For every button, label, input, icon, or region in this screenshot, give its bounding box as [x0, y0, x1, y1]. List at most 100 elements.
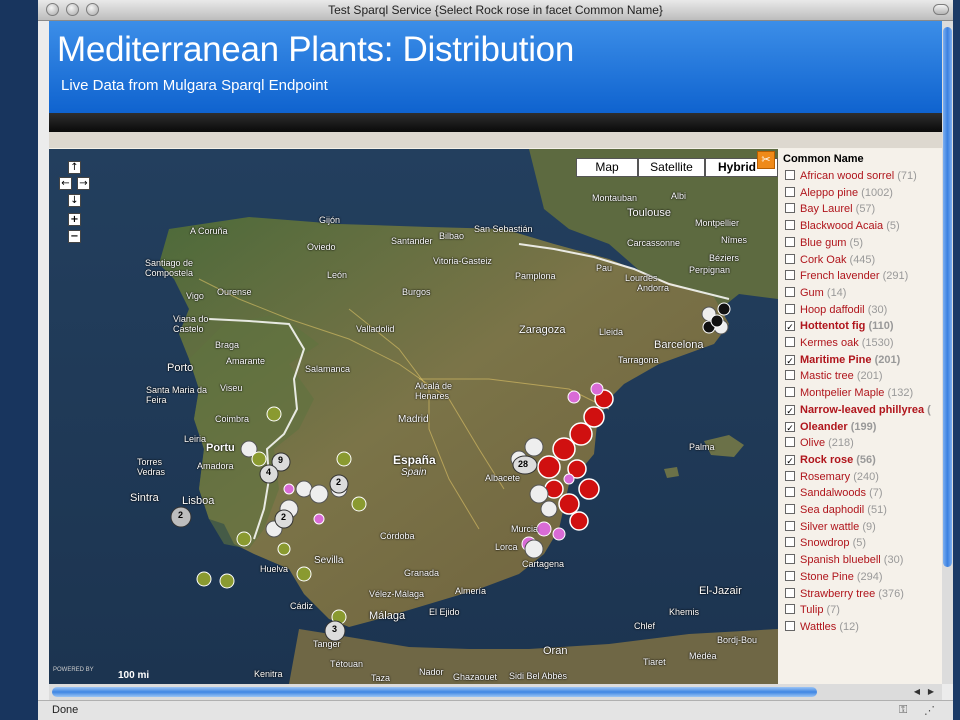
facet-item[interactable]: Silver wattle (9): [785, 520, 876, 537]
facet-checkbox[interactable]: [785, 270, 795, 281]
facet-item-label[interactable]: African wood sorrel: [800, 170, 894, 182]
facet-checkbox[interactable]: [785, 186, 795, 197]
facet-checkbox[interactable]: [785, 620, 795, 631]
facet-item-label[interactable]: Spanish bluebell: [800, 554, 881, 566]
facet-checkbox[interactable]: [785, 437, 795, 448]
map-type-map-button[interactable]: Map: [576, 158, 638, 177]
scroll-left-arrow[interactable]: ◀: [911, 686, 923, 698]
facet-checkbox[interactable]: ✓: [785, 404, 795, 416]
cluster-count[interactable]: 4: [266, 467, 271, 477]
facet-checkbox[interactable]: [785, 487, 795, 498]
facet-collapse-icon[interactable]: ✂: [757, 151, 775, 169]
map-view[interactable]: 9 4 2 2 28 2 3 A Coruña Gijón Oviedo San…: [49, 149, 778, 684]
facet-item-label[interactable]: Oleander: [800, 421, 848, 433]
facet-item-label[interactable]: Sandalwoods: [800, 487, 866, 499]
facet-checkbox[interactable]: [785, 286, 795, 297]
facet-item-label[interactable]: Olive: [800, 437, 825, 449]
facet-item-label[interactable]: Snowdrop: [800, 537, 850, 549]
facet-item-label[interactable]: Gum: [800, 287, 824, 299]
facet-checkbox[interactable]: ✓: [785, 321, 795, 332]
scroll-right-arrow[interactable]: ▶: [925, 686, 937, 698]
facet-item[interactable]: Sandalwoods (7): [785, 487, 883, 503]
facet-checkbox[interactable]: [785, 253, 795, 264]
facet-item[interactable]: Cork Oak (445): [785, 253, 875, 270]
facet-item[interactable]: ✓ Oleander (199): [785, 421, 876, 437]
facet-checkbox[interactable]: [785, 520, 795, 531]
facet-checkbox[interactable]: [785, 370, 795, 381]
facet-item[interactable]: Strawberry tree (376): [785, 587, 904, 604]
facet-checkbox[interactable]: [785, 504, 795, 514]
facet-item[interactable]: ✓ Maritime Pine (201): [785, 354, 900, 370]
facet-item[interactable]: Hoop daffodil (30): [785, 303, 887, 320]
facet-item[interactable]: Gum (14): [785, 286, 846, 303]
facet-item-label[interactable]: Tulip: [800, 604, 823, 616]
facet-item-label[interactable]: Wattles: [800, 621, 836, 633]
horizontal-scroll-thumb[interactable]: [52, 687, 817, 697]
facet-item[interactable]: Montpelier Maple (132): [785, 387, 913, 403]
pan-left-button[interactable]: ←: [59, 177, 72, 190]
title-bar[interactable]: Test Sparql Service {Select Rock rose in…: [38, 0, 953, 21]
facet-item-label[interactable]: Blackwood Acaia: [800, 220, 883, 232]
facet-item-label[interactable]: Kermes oak: [800, 337, 859, 349]
facet-item-label[interactable]: Montpelier Maple: [800, 387, 884, 399]
facet-item-label[interactable]: Blue gum: [800, 237, 846, 249]
facet-checkbox[interactable]: [785, 236, 795, 247]
cluster-count[interactable]: 3: [332, 624, 337, 634]
facet-item[interactable]: Mastic tree (201): [785, 370, 883, 386]
facet-item[interactable]: ✓ Narrow-leaved phillyrea (: [785, 404, 931, 420]
facet-item[interactable]: Stone Pine (294): [785, 570, 883, 587]
facet-item[interactable]: Sea daphodil (51): [785, 504, 887, 520]
facet-item[interactable]: Bay Laurel (57): [785, 203, 875, 219]
facet-checkbox[interactable]: [785, 337, 795, 347]
facet-checkbox[interactable]: [785, 470, 795, 481]
facet-item[interactable]: French lavender (291): [785, 270, 908, 286]
cluster-count[interactable]: 2: [178, 510, 183, 520]
security-icon[interactable]: ⚿: [899, 704, 913, 717]
cluster-count[interactable]: 2: [281, 512, 286, 522]
facet-item[interactable]: Snowdrop (5): [785, 537, 866, 553]
facet-item[interactable]: Spanish bluebell (30): [785, 554, 903, 570]
horizontal-scrollbar[interactable]: ◀ ▶: [49, 684, 942, 700]
facet-item[interactable]: Blackwood Acaia (5): [785, 220, 900, 236]
pan-up-button[interactable]: ↑: [68, 161, 81, 174]
zoom-out-button[interactable]: −: [68, 230, 81, 243]
facet-item[interactable]: ✓ Hottentot fig (110): [785, 320, 894, 336]
facet-item[interactable]: Aleppo pine (1002): [785, 186, 893, 203]
facet-item-label[interactable]: Sea daphodil: [800, 504, 864, 516]
facet-item-label[interactable]: Hottentot fig: [800, 320, 865, 332]
facet-item-label[interactable]: Narrow-leaved phillyrea: [800, 404, 924, 416]
map-type-satellite-button[interactable]: Satellite: [638, 158, 705, 177]
facet-item-label[interactable]: Hoop daffodil: [800, 304, 865, 316]
zoom-in-button[interactable]: +: [68, 213, 81, 226]
vertical-scroll-thumb[interactable]: [943, 27, 952, 567]
facet-item-label[interactable]: Maritime Pine: [800, 354, 872, 366]
facet-item-label[interactable]: Silver wattle: [800, 521, 859, 533]
pan-down-button[interactable]: ↓: [68, 194, 81, 207]
facet-item-label[interactable]: Cork Oak: [800, 254, 846, 266]
facet-checkbox[interactable]: [785, 303, 795, 314]
cluster-count[interactable]: 28: [518, 459, 528, 469]
facet-item[interactable]: ✓ Rock rose (56): [785, 454, 876, 470]
facet-checkbox[interactable]: [785, 170, 795, 180]
facet-checkbox[interactable]: [785, 604, 795, 615]
facet-checkbox[interactable]: [785, 587, 795, 598]
facet-checkbox[interactable]: [785, 387, 795, 398]
facet-item[interactable]: Blue gum (5): [785, 236, 863, 253]
facet-checkbox[interactable]: [785, 570, 795, 581]
facet-checkbox[interactable]: [785, 220, 795, 231]
facet-item-label[interactable]: Rosemary: [800, 471, 850, 483]
facet-checkbox[interactable]: ✓: [785, 454, 795, 466]
cluster-count[interactable]: 2: [336, 477, 341, 487]
facet-item[interactable]: Tulip (7): [785, 604, 840, 620]
toolbar-toggle-button[interactable]: [933, 4, 949, 15]
facet-item-label[interactable]: Aleppo pine: [800, 187, 858, 199]
facet-item-label[interactable]: Strawberry tree: [800, 588, 875, 600]
vertical-scrollbar[interactable]: [942, 21, 953, 684]
facet-checkbox[interactable]: [785, 554, 795, 565]
facet-checkbox[interactable]: ✓: [785, 354, 795, 366]
facet-item-label[interactable]: Stone Pine: [800, 571, 854, 583]
resize-grip-icon[interactable]: ⋰: [924, 704, 938, 717]
cluster-count[interactable]: 9: [278, 455, 283, 465]
facet-item-label[interactable]: Mastic tree: [800, 370, 854, 382]
facet-item[interactable]: Olive (218): [785, 437, 854, 453]
